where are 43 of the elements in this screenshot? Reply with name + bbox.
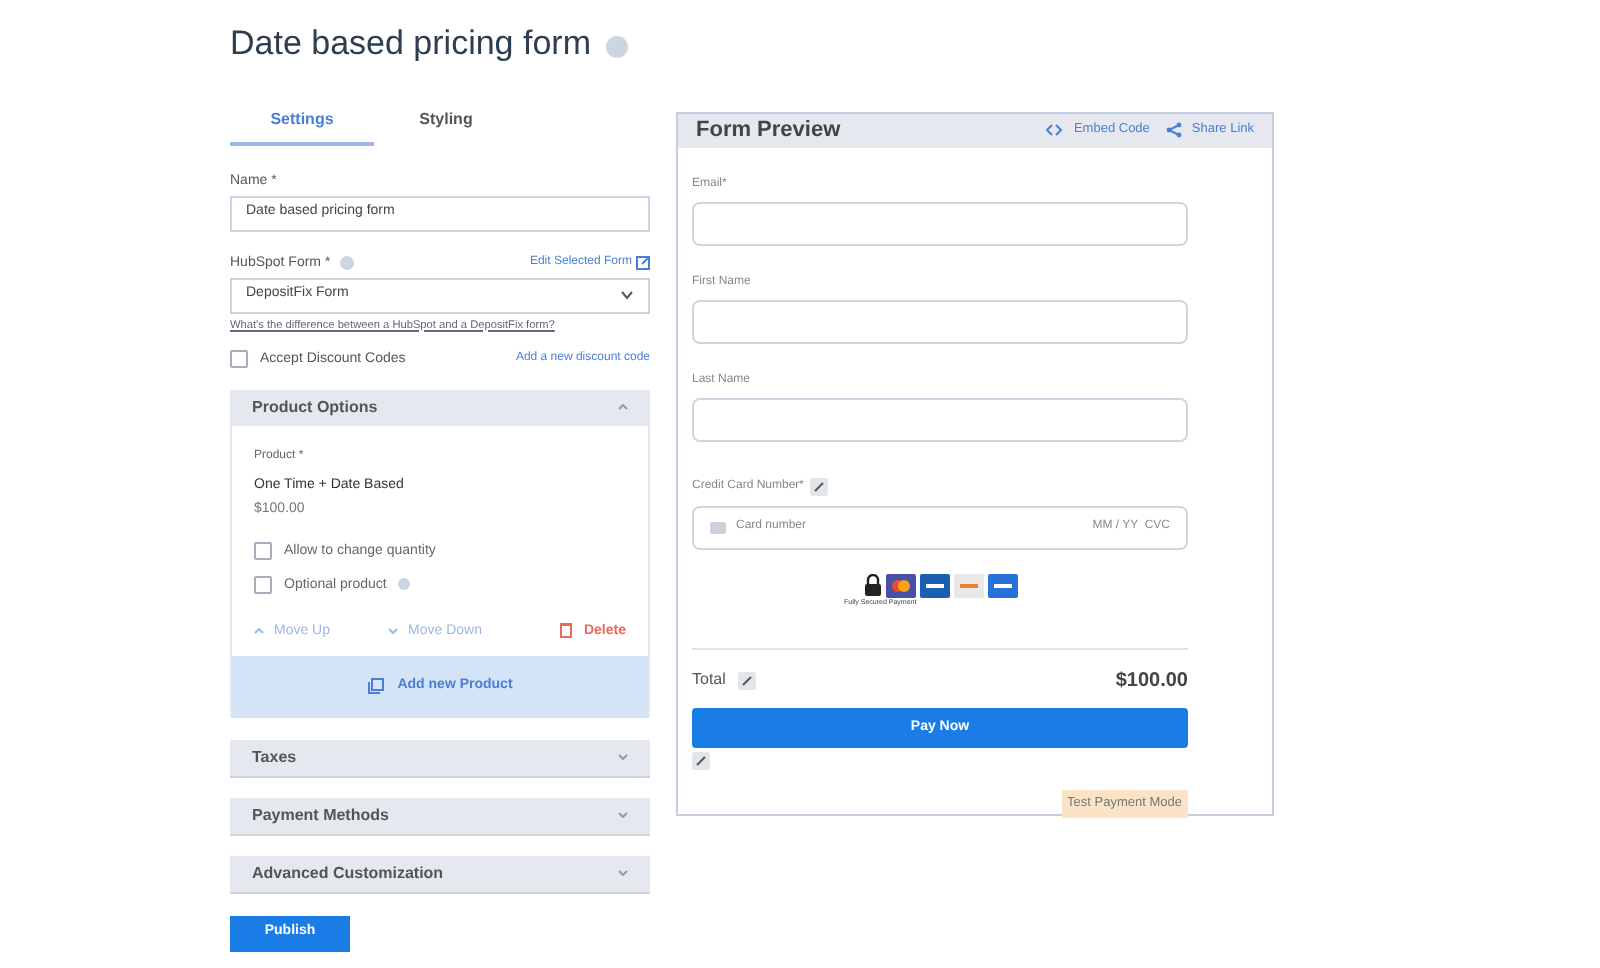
- text-field[interactable]: [692, 201, 1188, 245]
- pencil-icon: [810, 477, 829, 495]
- tab[interactable]: Settings: [230, 107, 374, 145]
- checkbox[interactable]: [254, 575, 272, 593]
- card-logo: [953, 573, 983, 597]
- mastercard-logo: [885, 573, 915, 597]
- section-title: Advanced Customization: [252, 861, 444, 885]
- page-title: Date based pricing form: [230, 22, 591, 66]
- trash-icon: [559, 622, 572, 638]
- text-field[interactable]: [692, 397, 1188, 441]
- chevron-down-icon: [618, 812, 628, 818]
- tab[interactable]: Styling: [374, 107, 518, 145]
- accordion-header[interactable]: Advanced Customization: [230, 855, 650, 891]
- section-title: Taxes: [252, 745, 297, 769]
- external-link-icon: [636, 255, 650, 269]
- chevron-up-icon: [618, 404, 628, 410]
- chevron-up-icon: [254, 627, 264, 633]
- add-copy-icon: [367, 678, 384, 694]
- checkbox[interactable]: [230, 349, 248, 367]
- chevron-down-icon: [618, 870, 628, 876]
- chevron-down-icon: [620, 290, 634, 300]
- share-icon: [1165, 122, 1182, 139]
- pencil-icon: [692, 751, 710, 770]
- help-icon: [340, 255, 355, 269]
- lock-icon: [863, 574, 881, 596]
- code-icon: [1045, 124, 1062, 137]
- accordion-header[interactable]: Payment Methods: [230, 797, 650, 833]
- card-logo: [987, 573, 1017, 597]
- accordion-header[interactable]: Taxes: [230, 739, 650, 775]
- preview-title: Form Preview: [696, 116, 841, 146]
- checkbox[interactable]: [254, 541, 272, 559]
- total-label: Total: [692, 668, 726, 693]
- pencil-icon: [737, 671, 756, 690]
- card-logo: [919, 573, 949, 597]
- text-field[interactable]: [692, 299, 1188, 343]
- section-title: Payment Methods: [252, 803, 389, 827]
- chevron-down-icon: [618, 754, 628, 760]
- total-amount: $100.00: [1115, 667, 1188, 696]
- help-icon: [606, 35, 629, 58]
- section-title: Product Options: [252, 395, 378, 419]
- chevron-down-icon: [388, 627, 399, 633]
- accordion-header[interactable]: Product Options: [230, 389, 650, 425]
- card-icon: [710, 521, 726, 533]
